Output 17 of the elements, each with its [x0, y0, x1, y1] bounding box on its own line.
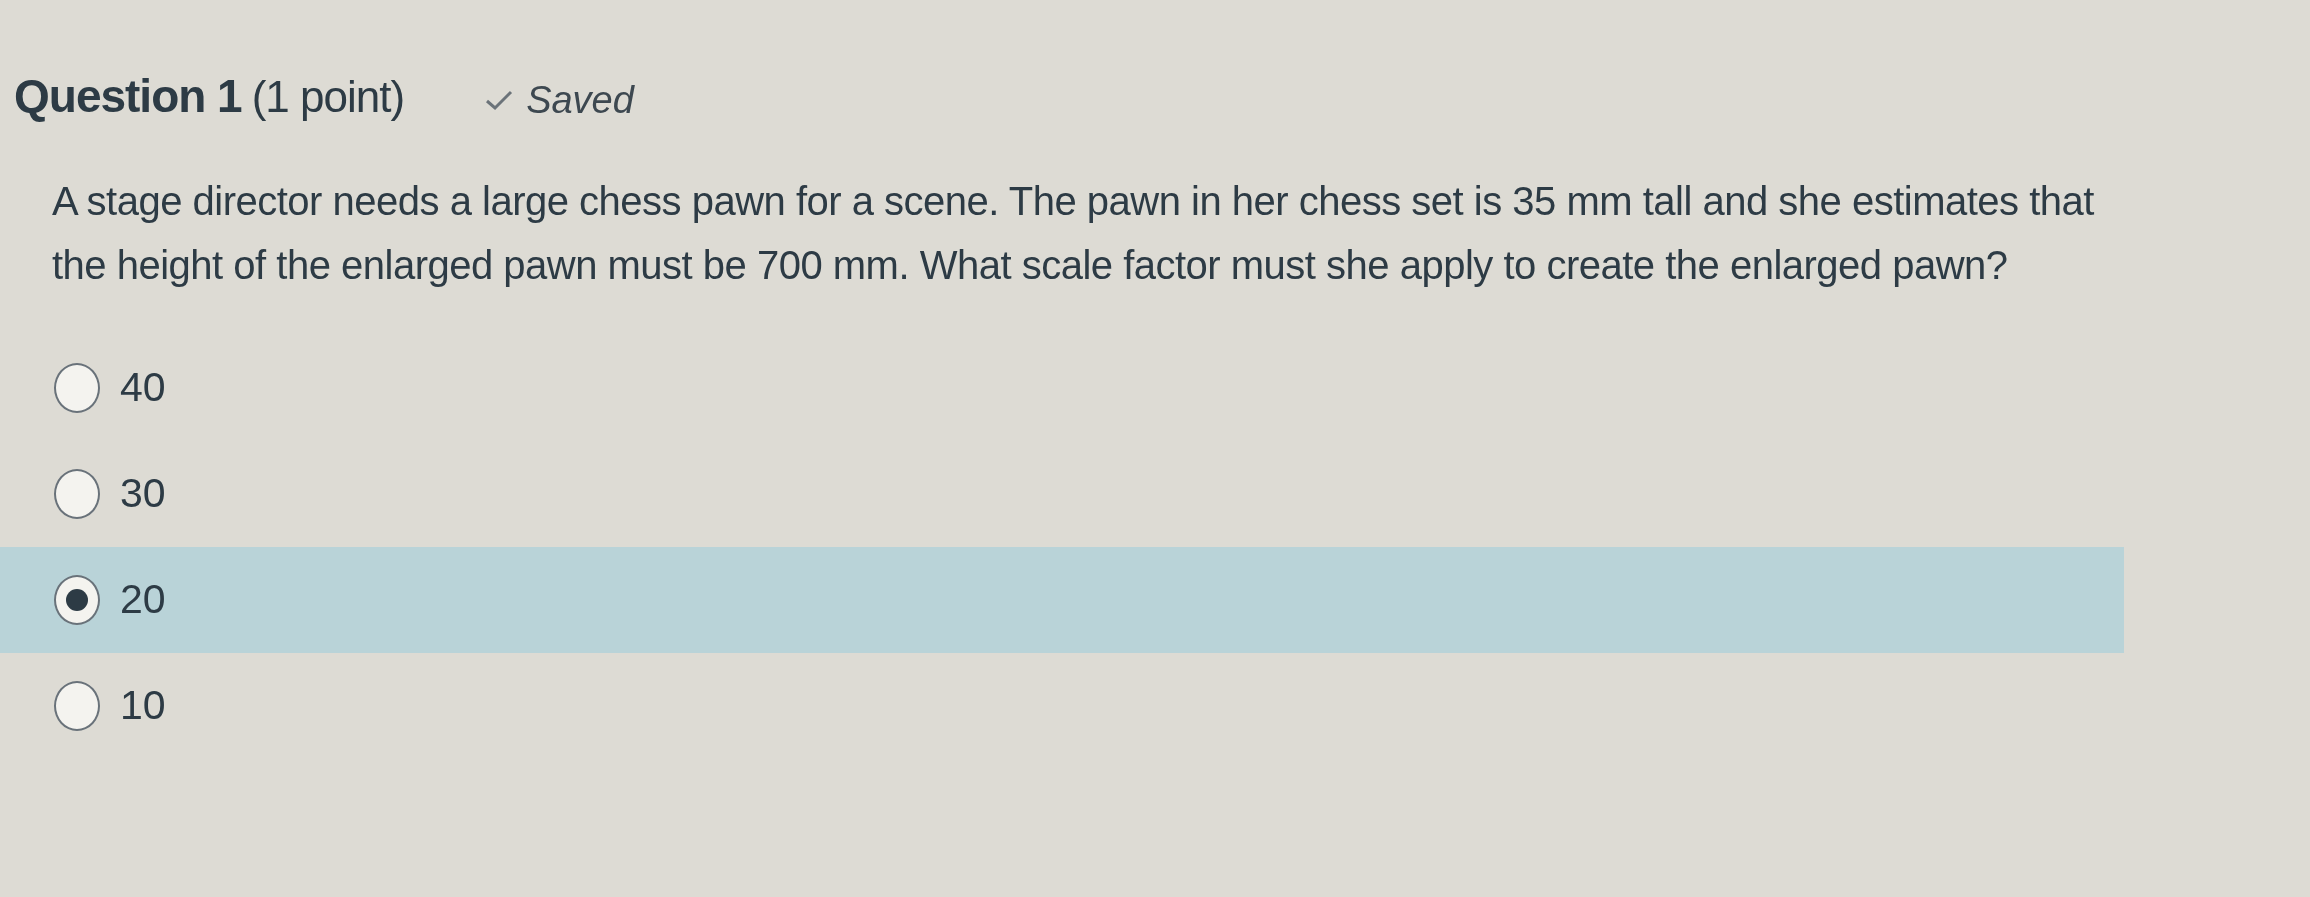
answer-option[interactable]: 10	[0, 653, 2124, 759]
option-label: 10	[120, 681, 166, 731]
points-label: (1 point)	[251, 71, 405, 123]
check-icon	[484, 88, 515, 112]
radio-button[interactable]	[54, 363, 100, 413]
option-label: 20	[120, 575, 166, 625]
radio-button[interactable]	[54, 469, 100, 519]
radio-button[interactable]	[54, 681, 100, 731]
question-title: Question 1	[14, 69, 242, 124]
option-label: 40	[120, 363, 166, 413]
answer-option[interactable]: 20	[0, 547, 2124, 653]
radio-button[interactable]	[54, 575, 100, 625]
answer-option[interactable]: 40	[0, 335, 2124, 441]
saved-status: Saved	[526, 77, 634, 123]
question-text: A stage director needs a large chess pawn for a scene. The pawn in her chess set is 35 mm tall and she estimates that the height of the enlarged pawn must be 700 mm. What scale factor must she apply to create the enlarged pawn?	[51, 178, 2095, 289]
answer-option[interactable]: 30	[0, 441, 2124, 547]
option-label: 30	[120, 469, 166, 519]
